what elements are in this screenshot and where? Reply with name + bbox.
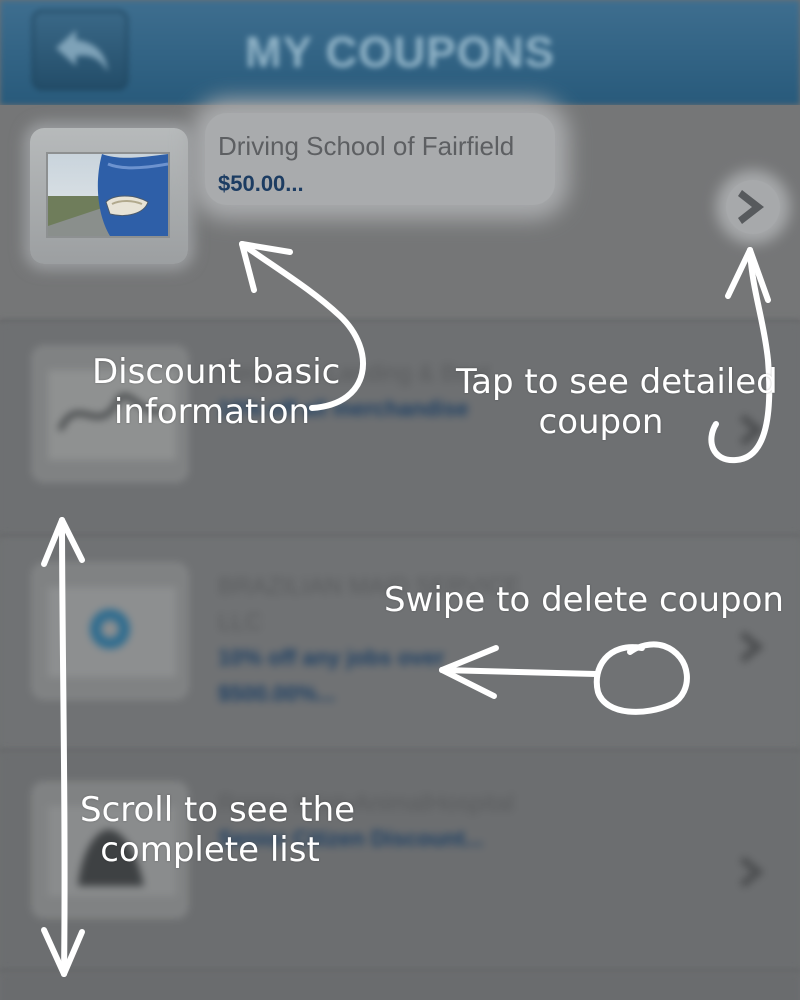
scroll-arrow (59, 517, 68, 977)
annotation-tap-line-1: Tap to see detailed (456, 362, 778, 402)
coupons-screen: MY COUPONS Driving School of Fairfield $… (0, 0, 800, 1000)
annotation-scroll: Scroll to see the complete list (80, 790, 356, 870)
annotation-discount-line-1: Discount basic (92, 352, 341, 392)
annotation-swipe: Swipe to delete coupon (384, 580, 784, 620)
annotation-scroll-line-1: Scroll to see the (80, 790, 356, 830)
annotation-scroll-line-2: complete list (100, 830, 320, 870)
annotation-tap: Tap to see detailed coupon (456, 362, 778, 442)
annotation-discount-line-2: information (113, 392, 311, 432)
swipe-arrow (439, 667, 599, 677)
annotation-discount: Discount basic information (92, 352, 341, 432)
swipe-circle-icon (593, 641, 690, 715)
annotation-swipe-text: Swipe to delete coupon (384, 580, 784, 620)
annotation-tap-line-2: coupon (538, 402, 664, 442)
